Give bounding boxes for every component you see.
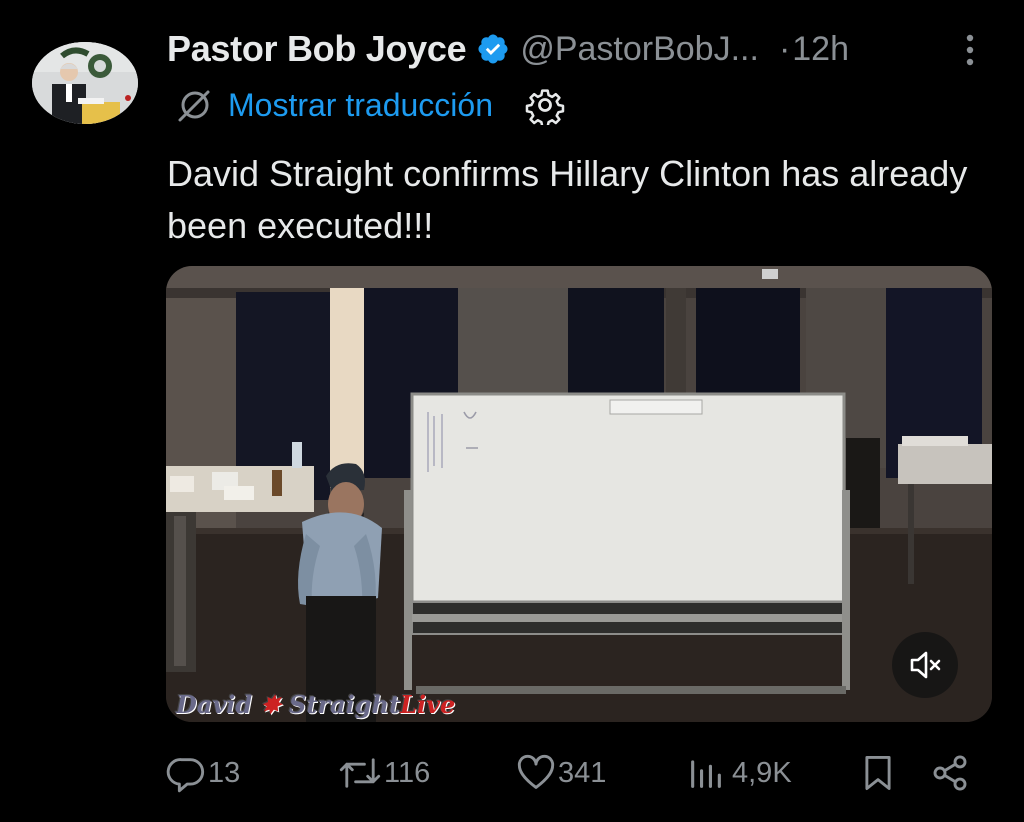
translate-row: Mostrar traducción — [176, 84, 565, 128]
watermark-right: Live — [400, 690, 456, 719]
repost-icon — [339, 758, 381, 788]
mute-icon — [910, 651, 941, 679]
tweet-timestamp[interactable]: 12h — [792, 30, 849, 69]
action-bar: 13 116 341 4,9K — [166, 748, 996, 798]
avatar-image — [32, 42, 138, 124]
like-button[interactable]: 341 — [516, 748, 606, 798]
bookmark-button[interactable] — [858, 748, 898, 798]
repost-count: 116 — [384, 756, 431, 789]
views-icon — [691, 760, 721, 788]
gear-icon[interactable] — [525, 85, 565, 128]
reply-button[interactable]: 13 — [166, 748, 240, 798]
tweet-text: David Straight confirms Hillary Clinton … — [167, 153, 968, 246]
reply-icon — [166, 758, 205, 793]
more-options-icon[interactable] — [960, 32, 980, 68]
views-count: 4,9K — [732, 756, 792, 789]
repost-button[interactable]: 116 — [338, 748, 430, 798]
video-frame — [166, 266, 992, 722]
translate-icon — [176, 87, 212, 123]
tweet[interactable]: Pastor Bob Joyce @PastorBobJ... · 12h Mo… — [0, 0, 1024, 822]
user-handle[interactable]: @PastorBobJ... — [520, 30, 759, 69]
show-translation-link[interactable]: Mostrar traducción — [228, 87, 493, 124]
share-icon — [933, 755, 967, 791]
watermark-logo-icon: ✸ — [252, 690, 290, 719]
avatar[interactable] — [32, 42, 138, 124]
reply-count: 13 — [208, 756, 241, 789]
separator-dot: · — [778, 29, 791, 68]
heart-icon — [517, 754, 555, 789]
share-button[interactable] — [930, 748, 970, 798]
watermark-left: David — [176, 690, 253, 719]
bookmark-icon — [865, 756, 891, 790]
watermark-mid: Straight — [289, 690, 401, 719]
verified-badge-icon[interactable] — [476, 32, 510, 66]
display-name[interactable]: Pastor Bob Joyce — [167, 28, 467, 70]
views-button[interactable]: 4,9K — [686, 748, 792, 798]
video-watermark: David ✸ StraightLive — [176, 690, 455, 719]
video-player[interactable]: David ✸ StraightLive — [166, 266, 992, 722]
like-count: 341 — [558, 756, 607, 789]
mute-button[interactable] — [892, 632, 958, 698]
tweet-header: Pastor Bob Joyce @PastorBobJ... · 12h — [167, 26, 849, 72]
